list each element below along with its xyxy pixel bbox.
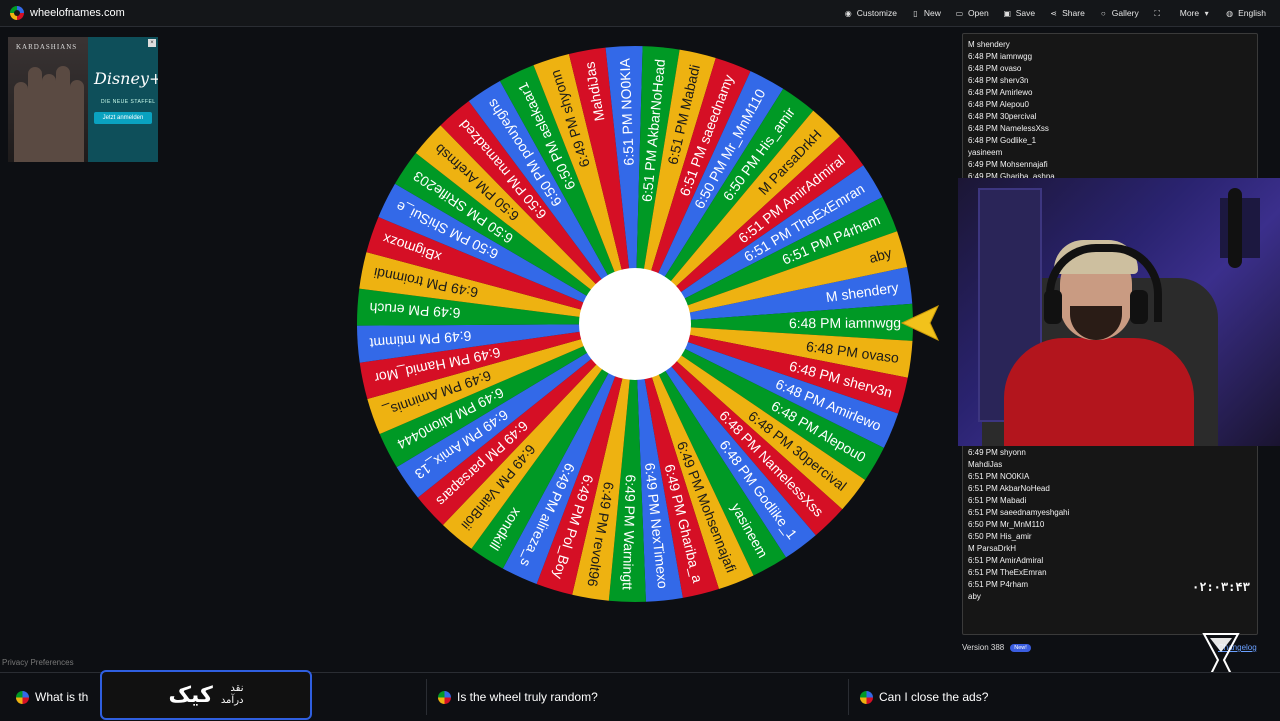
file-icon: ▯: [913, 8, 918, 18]
headset-ear-right: [1130, 290, 1148, 324]
nav-label: English: [1238, 8, 1266, 18]
wheel[interactable]: M shendery 6:48 PM iamnwgg 6:48 PM ovaso 6:…: [355, 44, 915, 604]
headset-ear-left: [1044, 290, 1062, 324]
kick-line-2: درآمد: [220, 695, 244, 706]
entry-item: 6:51 PM AmirAdmiral: [968, 556, 1044, 565]
nav-label: Open: [967, 8, 989, 18]
entries-bottom: 6:49 PM shyonn MahdiJas 6:51 PM NO0KIA 6:51…: [968, 447, 1069, 603]
nav-fullscreen[interactable]: ⛶: [1153, 9, 1166, 18]
chevron-down-icon: ▾: [1204, 8, 1209, 18]
ad-image: [8, 37, 88, 162]
entry-item: 6:51 PM NO0KIA: [968, 472, 1030, 481]
save-icon: ▣: [1003, 8, 1012, 18]
nav-label: More: [1179, 8, 1200, 18]
entry-item: 6:51 PM saeednamyeshgahi: [968, 508, 1070, 517]
streamer-body: [1004, 338, 1194, 446]
faq-label: What is th: [35, 690, 89, 704]
entry-item: 6:51 PM AkbarNoHead: [968, 484, 1050, 493]
nav-share[interactable]: ⋖ Share: [1049, 8, 1085, 18]
nav-open[interactable]: ▭ Open: [955, 8, 989, 18]
nav-label: New: [923, 8, 941, 18]
folder-icon: ▭: [955, 8, 964, 18]
nav-customize[interactable]: ◉ Customize: [844, 8, 897, 18]
wheel-logo-icon: [860, 690, 873, 704]
wheel-center-hub[interactable]: [579, 268, 691, 380]
nav-menu: ◉ Customize ▯ New ▭ Open ▣ Save ⋖ Share ○ Gall…: [830, 0, 1266, 26]
entry-item: 6:48 PM 30percival: [968, 112, 1037, 121]
entry-item: 6:50 PM His_amir: [968, 532, 1032, 541]
divider: [426, 679, 427, 715]
entry-item: 6:50 PM Mr_MnM110: [968, 520, 1045, 529]
nav-label: Gallery: [1111, 8, 1139, 18]
wheel-pointer-icon: [900, 304, 940, 342]
ad-close-icon[interactable]: ×: [148, 39, 156, 47]
kick-text: نقد درآمد: [221, 683, 244, 707]
entry-item: 6:48 PM Alepou0: [968, 100, 1029, 109]
divider: [848, 679, 849, 715]
entry-item: 6:51 PM P4rham: [968, 580, 1029, 589]
nav-save[interactable]: ▣ Save: [1003, 8, 1035, 18]
entry-item: 6:48 PM iamnwgg: [968, 52, 1033, 61]
entry-item: 6:48 PM ovaso: [968, 64, 1022, 73]
nav-language[interactable]: ◍ English: [1225, 8, 1266, 18]
advertisement[interactable]: KARDASHIANS Disney+ DIE NEUE STAFFEL Jet…: [8, 37, 158, 162]
disney-logo: Disney+: [94, 69, 158, 88]
entry-item: MahdiJas: [968, 460, 1003, 469]
palette-icon: ◉: [844, 8, 852, 18]
ad-subtitle: DIE NEUE STAFFEL: [101, 99, 156, 105]
entry-item: 6:48 PM NamelessXss: [968, 124, 1049, 133]
nav-more[interactable]: More ▾: [1180, 8, 1211, 18]
kick-line-1: نقد: [230, 683, 244, 694]
wheel-logo-icon: [438, 690, 451, 704]
new-badge: New!: [1010, 643, 1031, 652]
entry-item: aby: [968, 592, 981, 601]
kick-logo: کیک: [168, 682, 213, 708]
wheel-logo-icon: [16, 690, 29, 704]
privacy-preferences-link[interactable]: Privacy Preferences: [2, 658, 74, 667]
faq-item[interactable]: What is th: [16, 673, 88, 721]
entry-item: 6:48 PM Amirlewo: [968, 88, 1033, 97]
globe-icon: ◍: [1226, 8, 1234, 18]
nav-label: Save: [1015, 8, 1036, 18]
stream-timer: ۰۲:۰۳:۴۳: [1192, 580, 1250, 594]
share-icon: ⋖: [1050, 8, 1057, 18]
nav-gallery[interactable]: ○ Gallery: [1099, 8, 1139, 18]
entry-item: M ParsaDrkH: [968, 544, 1017, 553]
wheel-graphic[interactable]: M shendery6:48 PM iamnwgg6:48 PM ovaso6:…: [355, 44, 915, 604]
entry-item: 6:49 PM Mohsennajafi: [968, 160, 1048, 169]
nav-new[interactable]: ▯ New: [911, 8, 941, 18]
wheel-segment-label: 6:48 PM iamnwgg: [789, 314, 901, 331]
entry-item: 6:48 PM sherv3n: [968, 76, 1029, 85]
top-bar: wheelofnames.com ◉ Customize ▯ New ▭ Open ▣…: [0, 0, 1280, 27]
search-icon: ○: [1100, 8, 1106, 18]
wheel-logo-icon: [10, 6, 24, 20]
entry-item: 6:49 PM shyonn: [968, 448, 1026, 457]
entry-item: 6:51 PM Mabadi: [968, 496, 1027, 505]
ad-cta-button[interactable]: Jetzt anmelden: [94, 112, 152, 124]
guitar: [1228, 188, 1242, 268]
webcam-overlay: [958, 178, 1280, 446]
faq-label: Is the wheel truly random?: [457, 690, 598, 704]
nav-label: Share: [1062, 8, 1085, 18]
faq-item[interactable]: Is the wheel truly random?: [438, 673, 598, 721]
entry-item: 6:51 PM TheExEmran: [968, 568, 1047, 577]
nav-label: Customize: [856, 8, 897, 18]
entry-item: yasineem: [968, 148, 1003, 157]
site-name: wheelofnames.com: [30, 7, 125, 19]
kick-overlay: کیک نقد درآمد: [100, 670, 312, 720]
entries-top: M shendery 6:48 PM iamnwgg 6:48 PM ovaso 6:…: [968, 39, 1055, 183]
entry-item: 6:48 PM Godlike_1: [968, 136, 1037, 145]
fullscreen-icon: ⛶: [1154, 8, 1161, 18]
entry-item: M shendery: [968, 40, 1010, 49]
version-label: Version 388: [962, 643, 1005, 652]
wheel-segment-label: 6:49 PM Warningtt: [620, 474, 639, 590]
faq-label: Can I close the ads?: [879, 690, 989, 704]
site-logo[interactable]: wheelofnames.com: [10, 6, 125, 20]
ad-brand: KARDASHIANS: [16, 43, 78, 51]
faq-item[interactable]: Can I close the ads?: [860, 673, 988, 721]
version-info: Version 388 New!: [962, 643, 1031, 652]
